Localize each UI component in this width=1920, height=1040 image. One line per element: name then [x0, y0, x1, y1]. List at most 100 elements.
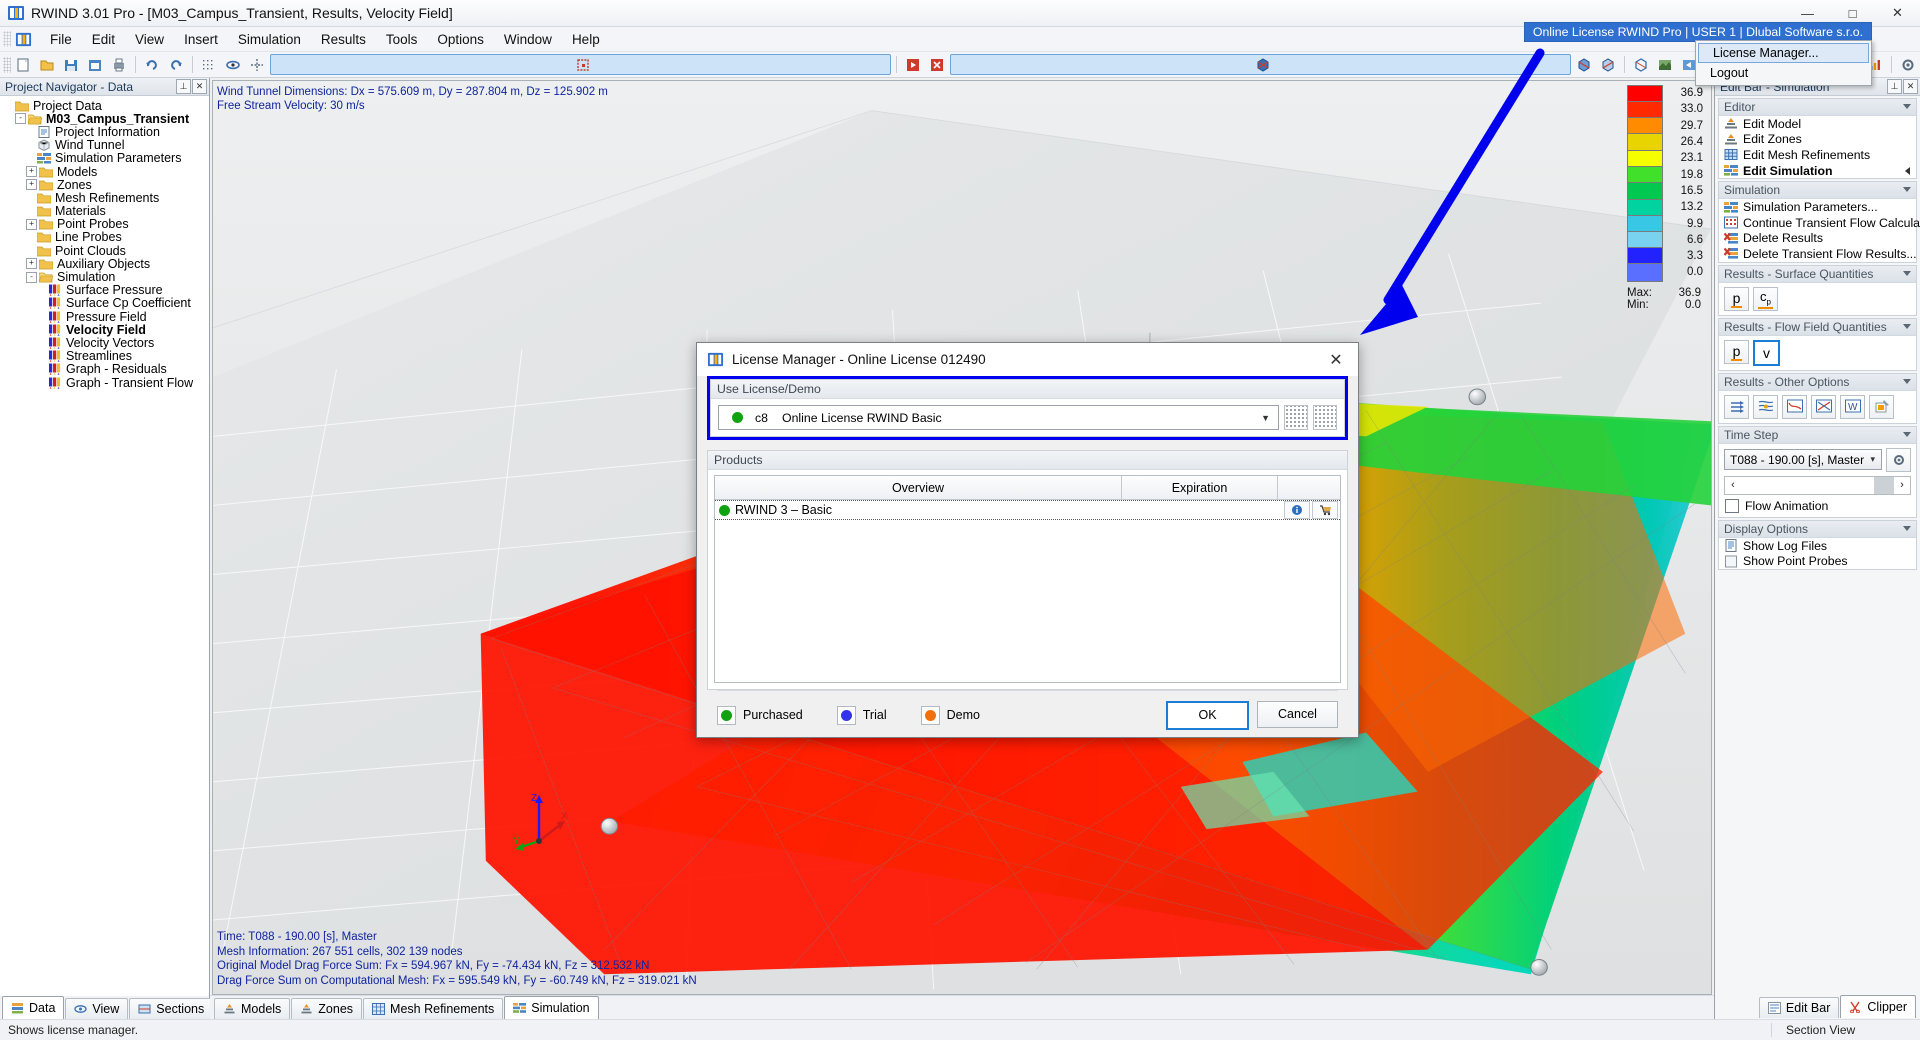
- tree-item-pressure-field[interactable]: Pressure Field: [0, 310, 209, 324]
- column-overview[interactable]: Overview: [715, 476, 1122, 499]
- group-header[interactable]: Results - Flow Field Quantities: [1719, 318, 1916, 336]
- flow-animation-checkbox[interactable]: [1725, 498, 1739, 513]
- tree-item-velocity-field[interactable]: Velocity Field: [0, 323, 209, 337]
- group-header[interactable]: Editor: [1719, 99, 1916, 116]
- cart-icon[interactable]: [1312, 501, 1338, 519]
- graph-transient-button[interactable]: [1811, 394, 1836, 419]
- redo-icon[interactable]: [165, 54, 187, 76]
- grid-snap-icon[interactable]: [198, 54, 220, 76]
- render-transparent-icon[interactable]: [1597, 54, 1619, 76]
- menu-edit[interactable]: Edit: [82, 29, 125, 50]
- dialog-close-button[interactable]: ✕: [1314, 343, 1358, 376]
- chevron-down-icon[interactable]: [1903, 104, 1911, 109]
- tree-item-surface-cp-coefficient[interactable]: Surface Cp Coefficient: [0, 296, 209, 310]
- slider-thumb[interactable]: [1874, 476, 1894, 494]
- streamlines-button[interactable]: [1753, 394, 1778, 419]
- tree-item-m03-campus-transient[interactable]: - M03_Campus_Transient: [0, 112, 209, 126]
- render-wire-icon[interactable]: [1573, 54, 1595, 76]
- edit-bar-item-edit-simulation[interactable]: Edit Simulation: [1719, 163, 1916, 179]
- tree-item-point-probes[interactable]: + Point Probes: [0, 217, 209, 231]
- result-settings-button[interactable]: [1869, 394, 1894, 419]
- tab-view[interactable]: View: [65, 998, 129, 1019]
- pressure-field-button[interactable]: p: [1724, 339, 1749, 364]
- tree-item-surface-pressure[interactable]: Surface Pressure: [0, 283, 209, 297]
- tree-item-velocity-vectors[interactable]: Velocity Vectors: [0, 336, 209, 350]
- tree-item-graph-residuals[interactable]: Graph - Residuals: [0, 362, 209, 376]
- expand-icon[interactable]: +: [26, 218, 37, 230]
- render-solid-icon[interactable]: [950, 54, 1571, 75]
- tree-item-mesh-refinements[interactable]: Mesh Refinements: [0, 191, 209, 205]
- license-options-button-2[interactable]: [1313, 405, 1337, 430]
- menu-file[interactable]: File: [40, 29, 82, 50]
- close-icon[interactable]: ✕: [192, 79, 207, 94]
- edit-bar-item-continue-transient-flow-calculat[interactable]: Continue Transient Flow Calculat...: [1719, 215, 1920, 231]
- menu-options[interactable]: Options: [427, 29, 494, 50]
- column-expiration[interactable]: Expiration: [1122, 476, 1277, 499]
- menu-simulation[interactable]: Simulation: [228, 29, 311, 50]
- chevron-down-icon[interactable]: [1903, 525, 1911, 531]
- prev-step-button[interactable]: ‹: [1725, 479, 1741, 491]
- chevron-down-icon[interactable]: ▼: [1261, 413, 1270, 423]
- chevron-down-icon[interactable]: [1903, 187, 1911, 193]
- group-header[interactable]: Simulation: [1719, 182, 1916, 200]
- time-step-slider[interactable]: ‹ ›: [1724, 475, 1911, 495]
- menu-item-license-manager[interactable]: License Manager...: [1698, 43, 1869, 63]
- chevron-down-icon[interactable]: ▾: [1870, 454, 1875, 465]
- select-mode-icon[interactable]: [270, 54, 891, 75]
- toolbar-grip[interactable]: [3, 56, 11, 73]
- bottom-tab-models[interactable]: Models: [214, 998, 291, 1019]
- close-icon[interactable]: ✕: [1903, 79, 1918, 94]
- show-all-icon[interactable]: [902, 54, 924, 76]
- bottom-tab-edit-bar[interactable]: Edit Bar: [1758, 997, 1840, 1018]
- display-option-show-point-probes[interactable]: Show Point Probes: [1719, 553, 1916, 569]
- time-step-select[interactable]: T088 - 190.00 [s], Master ▾: [1724, 449, 1882, 471]
- tree-item-project-information[interactable]: Project Information: [0, 125, 209, 139]
- collapse-icon[interactable]: -: [15, 113, 26, 125]
- expand-icon[interactable]: +: [26, 179, 37, 191]
- tree-item-line-probes[interactable]: Line Probes: [0, 230, 209, 244]
- menu-help[interactable]: Help: [562, 29, 610, 50]
- edit-bar-item-edit-zones[interactable]: Edit Zones: [1719, 132, 1916, 148]
- pin-icon[interactable]: ⊥: [1887, 79, 1902, 94]
- group-header[interactable]: Display Options: [1719, 520, 1916, 538]
- chevron-down-icon[interactable]: [1903, 323, 1911, 329]
- menu-view[interactable]: View: [125, 29, 174, 50]
- menu-grip[interactable]: [3, 31, 11, 47]
- save-as-icon[interactable]: [84, 54, 106, 76]
- surface-pressure-button[interactable]: p: [1724, 286, 1749, 311]
- chevron-down-icon[interactable]: [1903, 431, 1911, 437]
- new-icon[interactable]: [12, 54, 34, 76]
- view-iso-icon[interactable]: [1630, 54, 1652, 76]
- tree-item-wind-tunnel[interactable]: Wind Tunnel: [0, 138, 209, 152]
- info-icon[interactable]: [1284, 501, 1310, 519]
- undo-icon[interactable]: [141, 54, 163, 76]
- cancel-button[interactable]: Cancel: [1257, 700, 1338, 728]
- graph-residuals-button[interactable]: [1782, 394, 1807, 419]
- edit-bar-item-edit-mesh-refinements[interactable]: Edit Mesh Refinements: [1719, 147, 1916, 163]
- tree-item-simulation-parameters[interactable]: Simulation Parameters: [0, 151, 209, 165]
- slider-track[interactable]: [1741, 476, 1894, 494]
- ok-button[interactable]: OK: [1166, 700, 1249, 730]
- products-table[interactable]: Overview Expiration RWIND 3 – Basic: [714, 475, 1341, 683]
- print-icon[interactable]: [108, 54, 130, 76]
- tree-item-auxiliary-objects[interactable]: + Auxiliary Objects: [0, 257, 209, 271]
- edit-bar-item-simulation-parameters[interactable]: Simulation Parameters...: [1719, 199, 1916, 215]
- tree-item-simulation[interactable]: - Simulation: [0, 270, 209, 284]
- next-step-button[interactable]: ›: [1894, 479, 1910, 491]
- tree-item-materials[interactable]: Materials: [0, 204, 209, 218]
- pin-icon[interactable]: ⊥: [176, 79, 191, 94]
- menu-window[interactable]: Window: [494, 29, 562, 50]
- view-shaded-icon[interactable]: [1654, 54, 1676, 76]
- expand-icon[interactable]: +: [26, 166, 37, 178]
- time-step-settings-button[interactable]: [1886, 447, 1911, 472]
- surface-cp-button[interactable]: cp: [1753, 286, 1778, 311]
- tree-item-point-clouds[interactable]: Point Clouds: [0, 244, 209, 258]
- menu-results[interactable]: Results: [311, 29, 376, 50]
- velocity-field-button[interactable]: v: [1753, 339, 1780, 366]
- menu-tools[interactable]: Tools: [376, 29, 428, 50]
- tab-data[interactable]: Data: [2, 996, 65, 1019]
- hide-icon[interactable]: [926, 54, 948, 76]
- bottom-tab-simulation[interactable]: Simulation: [504, 996, 599, 1019]
- tab-sections[interactable]: Sections: [129, 998, 214, 1019]
- crosshair-icon[interactable]: [246, 54, 268, 76]
